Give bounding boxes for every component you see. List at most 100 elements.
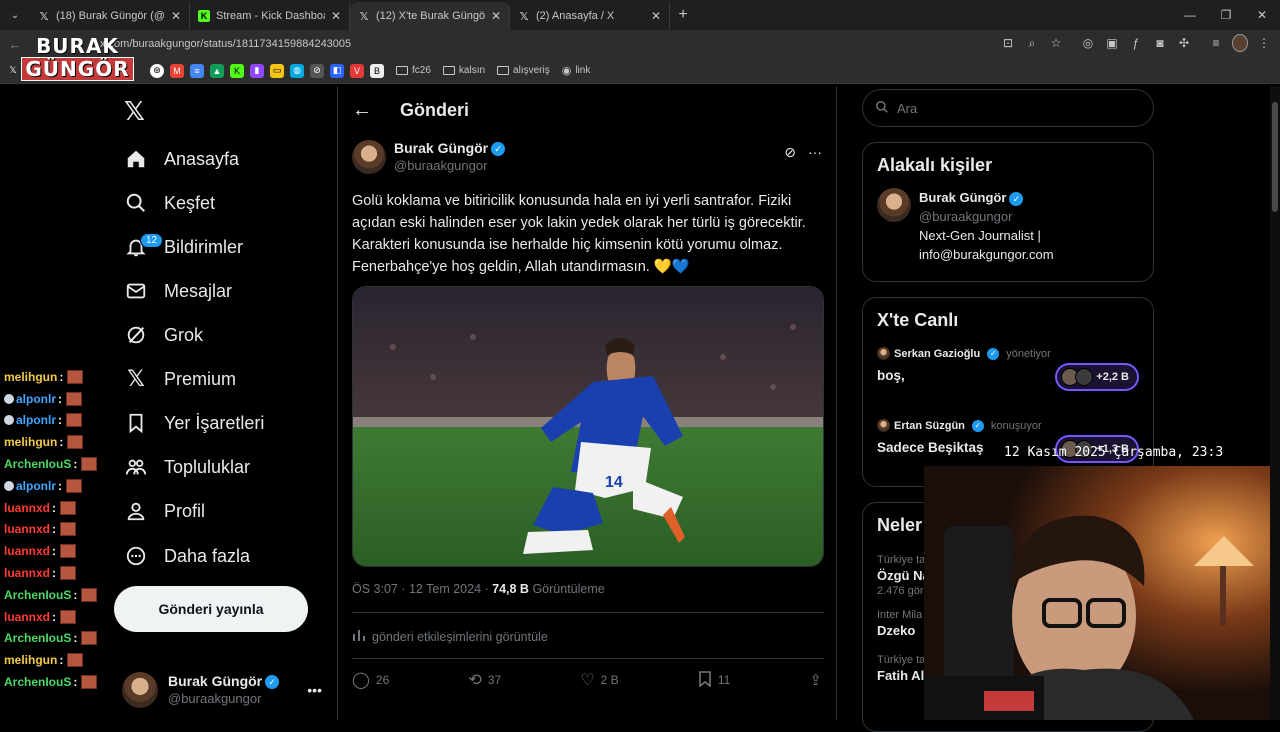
post-text: Golü koklama ve bitiricilik konusunda ha… [352,193,806,275]
live-space-item[interactable]: Serkan Gazioğlu ✓ yönetiyor boş, +2,2 B [863,343,1153,415]
search-input[interactable]: Ara [862,89,1154,127]
bookmark-icon[interactable]: ⊛ [150,63,164,78]
repost-button[interactable]: ⟲ 37 [468,670,501,690]
author-handle[interactable]: @buraakgungor [394,157,505,174]
web-icon[interactable]: ◍ [290,63,304,78]
sidebar-item-profile[interactable]: Profil [124,491,205,531]
folder-label: fc26 [412,65,431,76]
close-icon[interactable]: ✕ [331,9,341,23]
new-tab-button[interactable]: + [670,2,696,30]
bookmark-button[interactable]: 11 [698,670,730,690]
post-button[interactable]: Gönderi yayınla [114,586,308,632]
extension-image-icon[interactable]: ▣ [1104,34,1120,52]
browser-tab[interactable]: K Stream - Kick Dashboard ✕ [190,2,350,30]
sidebar-item-communities[interactable]: Topluluklar [124,447,250,487]
extension-fx-icon[interactable]: ƒ [1128,34,1144,52]
sidebar-item-messages[interactable]: Mesajlar [124,271,232,311]
browser-tab-active[interactable]: 𝕏 (12) X'te Burak Güngör: "Golü koklama … [350,2,510,30]
folder-label: alışveriş [513,65,550,76]
bookmark-icon[interactable]: B [370,63,384,78]
back-arrow-icon[interactable]: ← [352,99,372,122]
view-engagements-link[interactable]: gönderi etkileşimlerini görüntüle [352,628,548,645]
back-icon[interactable]: ← [2,37,28,52]
sidebar-item-grok[interactable]: Grok [124,315,203,355]
reply-button[interactable]: ◯ 26 [352,670,389,690]
notification-badge: 12 [140,233,164,248]
chat-separator: : [52,609,57,624]
maximize-button[interactable]: ❐ [1208,0,1244,30]
x-bookmark-icon[interactable]: 𝕏 [6,64,20,78]
profile-avatar[interactable] [1232,34,1248,52]
trend-context: Inter Mila [877,609,923,621]
install-app-icon[interactable]: ⊡ [1000,34,1016,52]
tab-search-button[interactable]: ⌄ [2,2,28,28]
person-name[interactable]: Burak Güngör [919,190,1006,205]
extension-glasses-icon[interactable]: ◎ [1080,34,1096,52]
person-handle[interactable]: @buraakgungor [919,207,1139,226]
chat-message: melihgun: [4,649,114,671]
bookmark-icon [124,411,148,435]
sidebar-item-notifications[interactable]: 12 Bildirimler [124,227,243,267]
bookmark-icon[interactable]: ◧ [330,63,344,78]
bookmark-folder[interactable]: kalsın [442,65,485,76]
browser-menu-icon[interactable]: ⋮ [1256,34,1272,52]
stream-chat: melihgun: alponlr: alponlr: melihgun: Archen… [4,366,114,693]
bookmark-folder[interactable]: fc26 [396,65,431,76]
address-bar: ← x.com/buraakgungor/status/181173415988… [0,30,1280,58]
close-icon[interactable]: ✕ [491,9,501,23]
drive-icon[interactable]: ▲ [210,63,224,78]
browser-tab[interactable]: 𝕏 (18) Burak Güngör (@buraakgungor) ✕ [30,2,190,30]
kick-icon[interactable]: K [230,63,244,78]
close-icon[interactable]: ✕ [171,9,181,23]
grok-icon[interactable]: ⊘ [784,144,796,161]
chat-separator: : [58,391,63,406]
post-image[interactable]: 14 [352,286,824,567]
chat-message: luannxd: [4,562,114,584]
related-person[interactable]: Burak Güngör ✓ @buraakgungor Next-Gen Jou… [863,188,1153,264]
share-button[interactable]: ⇪ [809,670,822,690]
avatar[interactable] [352,140,386,174]
sidebar-item-home[interactable]: Anasayfa [124,139,239,179]
minimize-button[interactable]: — [1172,0,1208,30]
author-name[interactable]: Burak Güngör [394,140,488,156]
bookmark-icon[interactable]: ⊘ [310,63,324,78]
sidebar-item-premium[interactable]: 𝕏 Premium [124,359,236,399]
like-button[interactable]: ♡ 2 B [580,670,618,690]
listeners-pill[interactable]: +2,2 B [1055,363,1139,391]
footballer-photo: 14 [353,287,823,566]
imdb-icon[interactable]: ▭ [270,63,284,78]
avatar[interactable] [877,188,911,222]
post-timestamp[interactable]: ÖS 3:07 · 12 Tem 2024 · [352,582,492,596]
scrollbar-thumb[interactable] [1272,102,1278,212]
sidebar-item-more[interactable]: Daha fazla [124,536,250,576]
extension-camera-icon[interactable]: ◙ [1152,34,1168,52]
zoom-icon[interactable]: ⌕ [1024,34,1040,52]
url-field[interactable]: x.com/buraakgungor/status/18117341598842… [100,32,980,56]
repost-icon: ⟲ [468,672,482,689]
chat-message: luannxd: [4,519,114,541]
card-title: Alakalı kişiler [877,155,993,175]
gmail-icon[interactable]: M [170,63,184,78]
tab-title: (12) X'te Burak Güngör: "Golü koklama [376,10,485,22]
sidebar-item-label: Anasayfa [164,148,240,169]
close-icon[interactable]: ✕ [651,9,661,23]
bookmark-link[interactable]: ◉ link [562,64,591,77]
extensions-puzzle-icon[interactable]: ✣ [1176,34,1192,52]
sidebar-item-explore[interactable]: Keşfet [124,183,215,223]
sidebar-item-bookmarks[interactable]: Yer İşaretleri [124,403,264,443]
vivaldi-icon[interactable]: V [350,63,364,78]
reading-list-icon[interactable]: ≡ [1208,34,1224,52]
more-dots-icon[interactable]: ··· [808,144,822,161]
scrollbar[interactable] [1270,86,1280,720]
docs-icon[interactable]: ≡ [190,63,204,78]
account-switcher[interactable]: Burak Güngör ✓ @buraakgungor ••• [122,670,332,710]
globe-icon: ◉ [561,65,572,77]
star-icon[interactable]: ☆ [1048,34,1064,52]
bookmark-folder[interactable]: alışveriş [497,65,550,76]
browser-tab[interactable]: 𝕏 (2) Anasayfa / X ✕ [510,2,670,30]
x-logo-icon[interactable]: 𝕏 [124,96,145,127]
twitch-icon[interactable]: ▮ [250,63,264,78]
window-close-button[interactable]: ✕ [1244,0,1280,30]
person-bio: Next-Gen Journalist | info@burakgungor.c… [919,228,1054,262]
post-author[interactable]: Burak Güngör ✓ @buraakgungor [352,140,506,174]
